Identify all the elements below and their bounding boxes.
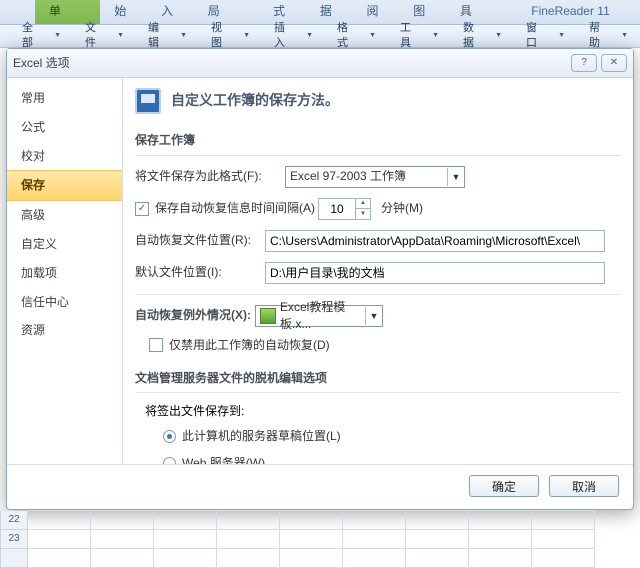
dialog-titlebar: Excel 选项 ? ✕	[7, 49, 633, 78]
radio-web-label: Web 服务器(W)	[182, 455, 265, 464]
help-button[interactable]: ?	[571, 54, 597, 72]
options-pane: 自定义工作簿的保存方法。 保存工作簿 将文件保存为此格式(F): Excel 9…	[123, 78, 633, 464]
row-header[interactable]: 22	[1, 511, 28, 530]
sidebar-item-trust[interactable]: 信任中心	[7, 288, 122, 317]
ok-button[interactable]: 确定	[469, 475, 539, 497]
default-loc-label: 默认文件位置(I):	[135, 264, 265, 281]
autosave-label: 保存自动恢复信息时间间隔(A)	[155, 200, 318, 217]
exception-workbook-combo[interactable]: Excel教程模板.x... ▼	[255, 305, 383, 327]
autosave-interval-input[interactable]	[318, 198, 356, 220]
format-select[interactable]: Excel 97-2003 工作簿 ▼	[285, 166, 465, 188]
options-dialog: Excel 选项 ? ✕ 常用 公式 校对 保存 高级 自定义 加载项 信任中心…	[6, 48, 634, 510]
row-header[interactable]	[1, 549, 28, 568]
disable-autorecover-label: 仅禁用此工作簿的自动恢复(D)	[169, 337, 330, 354]
sidebar-item-formulas[interactable]: 公式	[7, 113, 122, 142]
recover-loc-input[interactable]	[265, 230, 605, 252]
classic-menubar: 全部▼ 文件▼ 编辑▼ 视图▼ 插入▼ 格式▼ 工具▼ 数据▼ 窗口▼ 帮助▼	[0, 25, 640, 48]
cancel-button[interactable]: 取消	[549, 475, 619, 497]
dialog-footer: 确定 取消	[7, 464, 633, 507]
chevron-down-icon: ▼	[365, 307, 382, 326]
sidebar-item-customize[interactable]: 自定义	[7, 230, 122, 259]
close-button[interactable]: ✕	[601, 54, 627, 72]
spin-down-icon[interactable]: ▼	[356, 209, 370, 219]
format-label: 将文件保存为此格式(F):	[135, 168, 285, 185]
radio-local-drafts[interactable]	[163, 430, 176, 443]
default-loc-input[interactable]	[265, 262, 605, 284]
excel-file-icon	[260, 308, 276, 324]
pane-subtitle: 自定义工作簿的保存方法。	[171, 91, 339, 111]
section-offline-edit: 文档管理服务器文件的脱机编辑选项	[135, 364, 621, 394]
sidebar-item-save[interactable]: 保存	[7, 170, 122, 201]
exception-label: 自动恢复例外情况(X):	[135, 307, 255, 324]
radio-web-server[interactable]	[163, 457, 176, 464]
worksheet-grid[interactable]: 22 23	[0, 510, 640, 568]
spin-up-icon[interactable]: ▲	[356, 199, 370, 210]
save-icon	[135, 88, 161, 114]
recover-loc-label: 自动恢复文件位置(R):	[135, 232, 265, 249]
options-sidebar: 常用 公式 校对 保存 高级 自定义 加载项 信任中心 资源	[7, 78, 123, 464]
sidebar-item-addins[interactable]: 加载项	[7, 259, 122, 288]
disable-autorecover-checkbox[interactable]	[149, 338, 163, 352]
sidebar-item-advanced[interactable]: 高级	[7, 201, 122, 230]
section-save-workbook: 保存工作簿	[135, 126, 621, 156]
sidebar-item-proofing[interactable]: 校对	[7, 142, 122, 171]
row-header[interactable]: 23	[1, 530, 28, 549]
chevron-down-icon: ▼	[447, 168, 464, 187]
sidebar-item-general[interactable]: 常用	[7, 84, 122, 113]
autosave-interval-spin[interactable]: ▲▼	[318, 198, 371, 220]
checkout-label: 将签出文件保存到:	[135, 403, 621, 420]
autosave-checkbox[interactable]: ✓	[135, 202, 149, 216]
radio-local-label: 此计算机的服务器草稿位置(L)	[182, 428, 341, 445]
minutes-label: 分钟(M)	[381, 200, 423, 217]
sidebar-item-resources[interactable]: 资源	[7, 316, 122, 345]
dialog-title: Excel 选项	[13, 55, 571, 72]
